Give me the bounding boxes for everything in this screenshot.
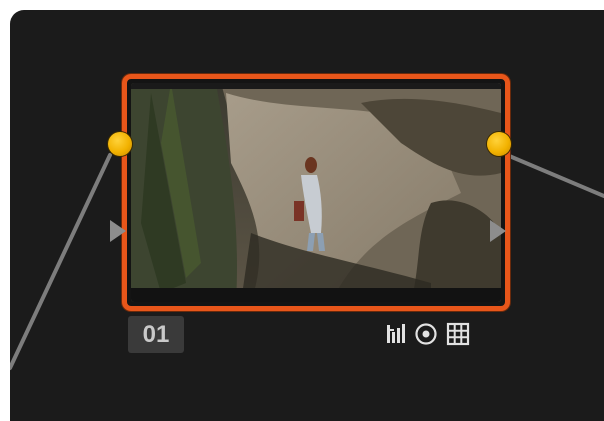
node-thumbnail [131,83,501,302]
curves-icon[interactable] [386,323,406,345]
color-node-01[interactable] [122,74,510,311]
node-input-port[interactable] [108,132,132,156]
input-arrow-icon [110,220,126,242]
grid-window-icon[interactable] [446,322,470,346]
node-graph-canvas[interactable]: 01 [10,10,604,421]
node-output-port[interactable] [487,132,511,156]
output-arrow-icon [490,220,506,242]
node-number-label: 01 [128,316,184,353]
output-connection-wire [505,153,604,198]
qualifier-circle-icon[interactable] [414,322,438,346]
input-connection-wire [10,153,112,370]
node-tool-indicators [386,320,470,348]
